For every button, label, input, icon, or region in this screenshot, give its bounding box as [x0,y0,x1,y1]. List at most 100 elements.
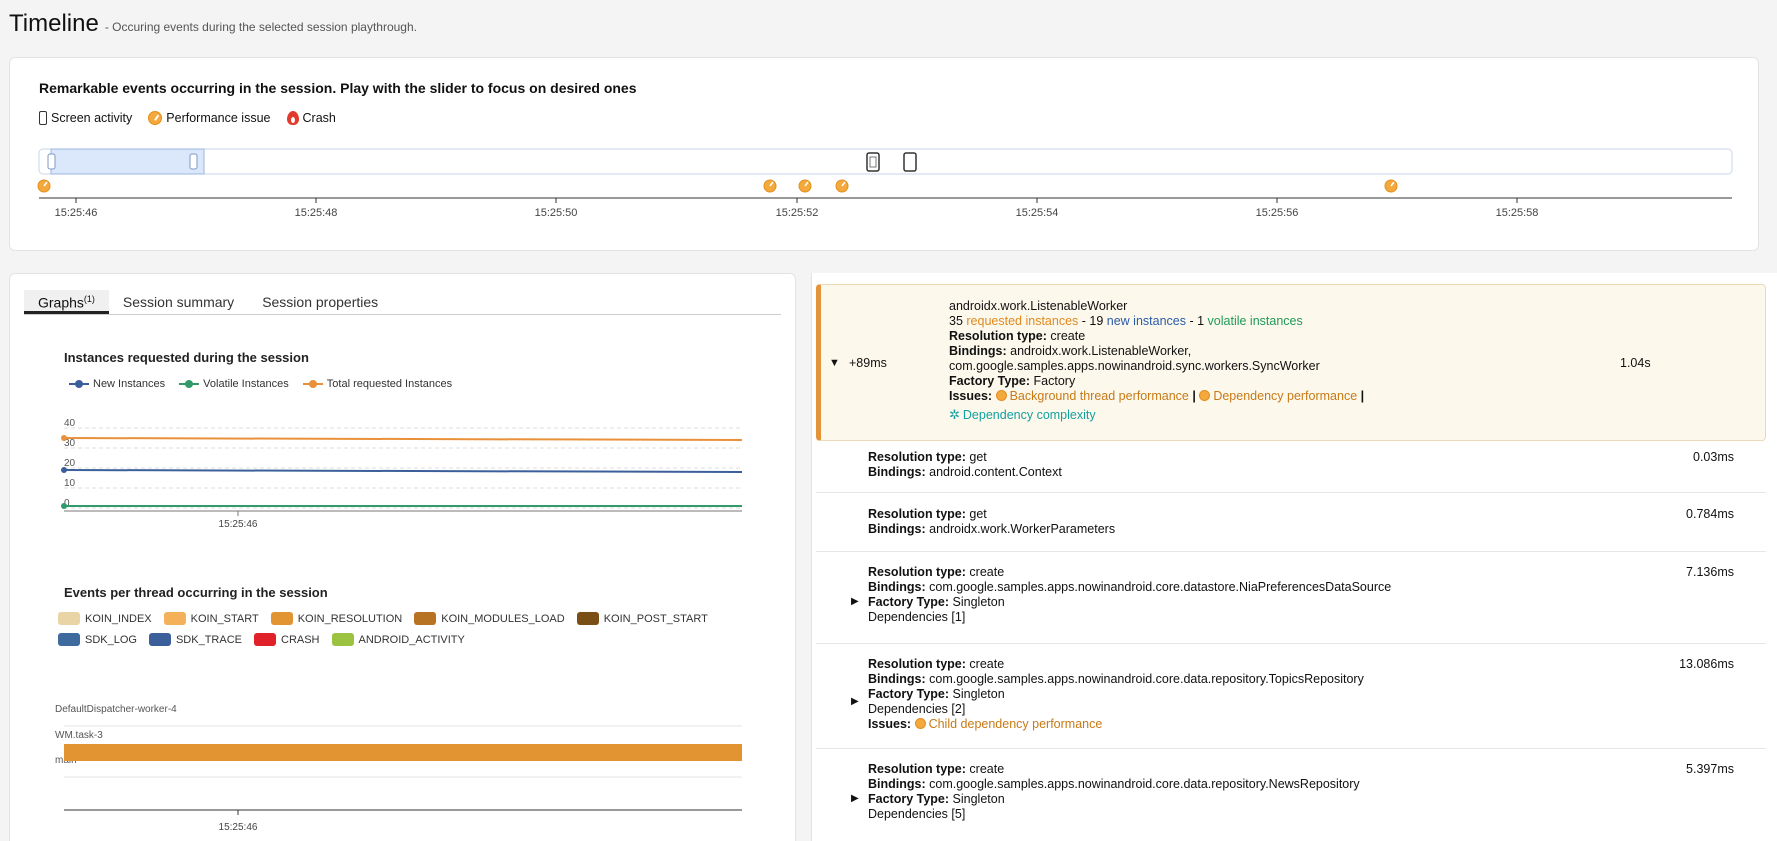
main-delta: +89ms [849,356,887,370]
issue-link[interactable]: Background thread performance [1010,389,1189,403]
field-label: Bindings: [868,522,926,536]
slider-handle-left[interactable] [47,153,56,170]
dependency-row[interactable]: ▶ Resolution type: create Bindings: com.… [816,552,1766,644]
legend-swatch [270,612,293,625]
instance-counts: 35 requested instances - 19 new instance… [949,314,1303,328]
screen-activity-marker[interactable] [866,152,880,172]
event-legend-item[interactable]: ANDROID_ACTIVITY [331,633,465,646]
field-label: Resolution type: [868,450,966,464]
dependency-row[interactable]: ▶ Resolution type: create Bindings: com.… [816,644,1766,749]
field-value: Singleton [952,687,1005,701]
new-label: new instances [1106,314,1186,328]
dependency-row[interactable]: Resolution type: get Bindings: androidx.… [816,493,1766,552]
legend-total-instances[interactable]: Total requested Instances [302,378,452,390]
issue-link[interactable]: Dependency performance [1213,389,1357,403]
tab-graphs[interactable]: Graphs(1) [24,290,109,314]
axis-tick-label: 15:25:46 [55,207,98,219]
main-bindings: Bindings: androidx.work.ListenableWorker… [949,344,1364,359]
series-marker [302,380,323,388]
dep-dependencies[interactable]: Dependencies [1] [868,610,1391,625]
axis-tick-label: 15:25:56 [1256,207,1299,219]
event-legend-item[interactable]: KOIN_RESOLUTION [270,612,403,625]
tab-session-summary[interactable]: Session summary [109,290,248,314]
tab-badge: (1) [83,294,95,304]
field-label: Resolution type: [868,762,966,776]
issue-link[interactable]: Dependency complexity [963,408,1096,422]
performance-issue-marker[interactable] [37,179,51,193]
legend-label: SDK_LOG [85,633,137,646]
dependency-details: Resolution type: create Bindings: com.go… [868,657,1364,732]
field-value: Factory [1033,374,1076,388]
expand-triangle-icon[interactable]: ▶ [851,694,859,709]
main-bindings-cont: com.google.samples.apps.nowinandroid.syn… [949,359,1320,373]
series-point[interactable] [61,503,67,509]
legend-swatch [254,633,276,646]
field-value: com.google.samples.apps.nowinandroid.cor… [929,672,1364,686]
dependency-details: Resolution type: create Bindings: com.go… [868,565,1391,625]
dep-duration: 0.03ms [1693,450,1734,464]
network-complexity-icon: ✲ [949,407,960,422]
series-point[interactable] [61,435,67,441]
dep-issues: Issues: Child dependency performance [868,717,1364,732]
dependency-details: Resolution type: get Bindings: androidx.… [868,507,1115,537]
y-tick-label: 20 [64,458,76,469]
performance-issue-marker[interactable] [1384,179,1398,193]
legend-label: KOIN_RESOLUTION [297,612,403,625]
dep-resolution: Resolution type: create [868,565,1391,580]
main-resolution-row[interactable]: ▼ +89ms androidx.work.ListenableWorker 3… [816,284,1766,441]
legend-new-instances[interactable]: New Instances [69,378,165,390]
event-legend-item[interactable]: SDK_TRACE [148,633,242,646]
dependency-row[interactable]: ▶ Resolution type: create Bindings: com.… [816,749,1766,841]
screen-activity-marker[interactable] [903,152,917,172]
event-legend-item[interactable]: CRASH [254,633,320,646]
main-issues: Issues: Background thread performance | … [949,389,1365,403]
field-label: Bindings: [868,777,926,791]
tab-label: Graphs [38,294,84,311]
field-value: create [1050,329,1086,343]
tab-session-properties[interactable]: Session properties [248,290,392,314]
timeline-slider-area[interactable]: 15:25:46 15:25:48 15:25:50 15:25:52 15:25:54… [10,58,1760,252]
expand-triangle-icon[interactable]: ▶ [851,594,859,609]
collapse-triangle-icon[interactable]: ▼ [829,357,840,369]
event-bar[interactable] [64,744,742,761]
dep-dependencies[interactable]: Dependencies [5] [868,807,1360,822]
field-label: Bindings: [868,465,926,479]
field-label: Resolution type: [949,329,1047,343]
event-legend-item[interactable]: KOIN_INDEX [58,612,152,625]
slider-selection[interactable] [50,148,205,175]
event-legend-item[interactable]: KOIN_START [163,612,259,625]
new-count: 19 [1089,314,1104,328]
legend-label: KOIN_INDEX [85,612,152,625]
main-issues-cont: ✲ Dependency complexity [949,407,1364,423]
field-label: Factory Type: [868,687,950,701]
issue-link[interactable]: Child dependency performance [929,717,1103,731]
dep-dependencies[interactable]: Dependencies [2] [868,702,1364,717]
x-tick-label: 15:25:46 [219,519,258,530]
slider-track[interactable] [38,148,1733,175]
dep-bindings: Bindings: com.google.samples.apps.nowina… [868,777,1360,792]
legend-label: New Instances [93,378,166,390]
field-label: Factory Type: [868,792,950,806]
dep-factory: Factory Type: Singleton [868,595,1391,610]
event-legend-item[interactable]: SDK_LOG [58,633,137,646]
main-duration: 1.04s [1620,356,1651,370]
performance-issue-marker[interactable] [798,179,812,193]
dependency-row[interactable]: Resolution type: get Bindings: android.c… [816,441,1766,493]
event-legend-item[interactable]: KOIN_MODULES_LOAD [414,612,565,625]
field-value: Singleton [952,792,1005,806]
legend-swatch [163,612,186,625]
field-label: Factory Type: [949,374,1031,388]
field-value: com.google.samples.apps.nowinandroid.cor… [929,580,1392,594]
event-legend-item[interactable]: KOIN_POST_START [576,612,708,625]
events-bar-chart: DefaultDispatcher-worker-4WM.task-3main1… [55,704,742,833]
axis-tick-label: 15:25:50 [535,207,578,219]
main-resolution: Resolution type: create [949,329,1364,344]
performance-issue-marker[interactable] [835,179,849,193]
series-point[interactable] [61,467,67,473]
performance-issue-marker[interactable] [763,179,777,193]
legend-volatile-instances[interactable]: Volatile Instances [179,378,289,390]
slider-handle-right[interactable] [189,153,198,170]
expand-triangle-icon[interactable]: ▶ [851,791,859,806]
instances-chart-legend: New Instances Volatile Instances Total r… [69,378,452,390]
main-title: androidx.work.ListenableWorker [949,299,1128,313]
